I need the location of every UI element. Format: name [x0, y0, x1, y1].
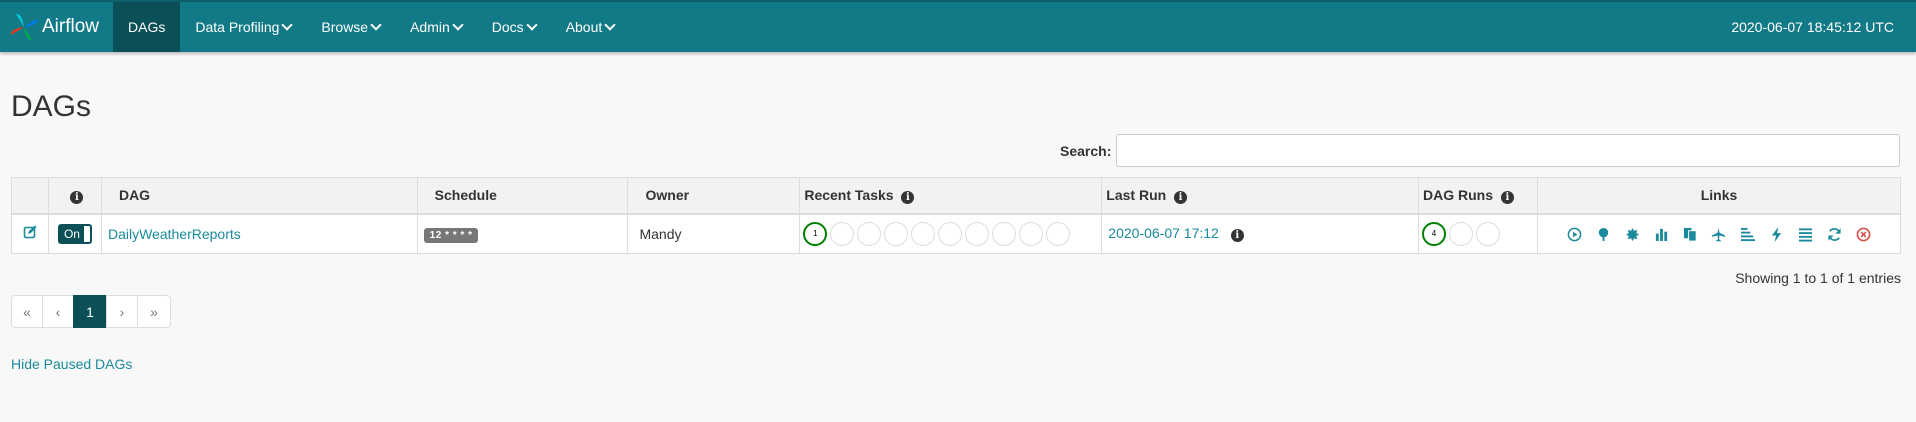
page-next-button[interactable]: ›: [106, 295, 138, 328]
schedule-cell: 12 * * * *: [416, 213, 629, 254]
page-first-button[interactable]: «: [11, 295, 43, 328]
task-state-circle[interactable]: [911, 221, 936, 246]
page-last-button[interactable]: »: [137, 295, 171, 328]
col-header-dag-runs: DAG Runs i: [1418, 177, 1538, 215]
airflow-logo-icon: [10, 13, 38, 41]
recent-tasks-label: Recent Tasks: [804, 186, 894, 203]
nav-browse-label: Browse: [321, 19, 369, 35]
refresh-icon[interactable]: [1827, 227, 1842, 242]
tree-view-icon[interactable]: [1596, 227, 1611, 242]
server-datetime: 2020-06-07 18:45:12 UTC: [1731, 19, 1894, 35]
dag-run-circle[interactable]: [1476, 221, 1501, 246]
code-icon[interactable]: [1769, 227, 1784, 243]
task-state-circle[interactable]: [992, 221, 1017, 246]
task-state-circle[interactable]: [857, 221, 882, 246]
col-header-owner[interactable]: Owner: [627, 177, 801, 215]
task-state-circle[interactable]: [938, 221, 963, 246]
last-run-link[interactable]: 2020-06-07 17:12: [1108, 225, 1219, 241]
task-tries-icon[interactable]: [1683, 227, 1698, 242]
info-icon[interactable]: i: [1500, 190, 1514, 204]
task-state-circle[interactable]: [1046, 221, 1071, 246]
search-label: Search:: [1060, 143, 1112, 159]
table-row: On DailyWeatherReports 12 * * * * Mandy …: [11, 213, 1902, 254]
page-prev-button[interactable]: ‹: [42, 295, 74, 328]
dag-pause-toggle[interactable]: On: [57, 223, 92, 244]
nav-about-label: About: [565, 19, 603, 35]
top-navbar: Airflow DAGs Data Profiling Browse Admin…: [0, 0, 1916, 52]
logs-icon[interactable]: [1798, 227, 1813, 242]
chevron-down-icon: [281, 19, 294, 31]
brand-link[interactable]: Airflow: [0, 2, 113, 52]
nav-about[interactable]: About: [551, 2, 630, 52]
nav-browse[interactable]: Browse: [306, 2, 395, 52]
search-input[interactable]: [1116, 134, 1900, 167]
hide-paused-dags-link[interactable]: Hide Paused DAGs: [11, 356, 132, 372]
pagination: « ‹ 1 › »: [11, 295, 171, 328]
last-run-label: Last Run: [1106, 186, 1167, 203]
edit-icon[interactable]: [23, 225, 37, 239]
nav-dags[interactable]: DAGs: [113, 2, 181, 52]
task-state-circle[interactable]: [1019, 221, 1044, 246]
schedule-badge[interactable]: 12 * * * *: [423, 227, 479, 243]
col-header-edit: [11, 177, 49, 215]
info-icon[interactable]: i: [1230, 229, 1244, 243]
task-state-circle[interactable]: [884, 221, 909, 246]
toggle-cell: On: [47, 213, 102, 254]
last-run-cell: 2020-06-07 17:12 i: [1101, 213, 1420, 254]
graph-view-icon[interactable]: [1625, 227, 1640, 242]
brand-name: Airflow: [42, 16, 100, 37]
info-icon[interactable]: i: [1174, 190, 1188, 204]
chevron-down-icon: [452, 19, 464, 31]
entries-info: Showing 1 to 1 of 1 entries: [1735, 270, 1901, 286]
dag-runs-label: DAG Runs: [1423, 186, 1494, 203]
col-header-dag[interactable]: DAG: [100, 177, 418, 215]
col-header-info: i: [47, 177, 102, 215]
dag-id-cell: DailyWeatherReports: [100, 213, 418, 254]
task-state-success-circle[interactable]: 1: [803, 221, 828, 246]
task-state-circle[interactable]: [830, 221, 855, 246]
dags-table: i DAG Schedule Owner Recent Tasks i Last…: [11, 177, 1902, 254]
info-icon[interactable]: i: [901, 190, 915, 204]
chevron-down-icon: [370, 19, 382, 31]
page-current-button[interactable]: 1: [73, 295, 107, 328]
nav-data-profiling-label: Data Profiling: [195, 19, 280, 35]
dag-run-circle[interactable]: [1449, 221, 1474, 246]
col-header-schedule[interactable]: Schedule: [416, 177, 629, 215]
edit-cell: [11, 213, 49, 254]
col-header-links: Links: [1536, 177, 1902, 215]
col-header-last-run: Last Run i: [1101, 177, 1420, 215]
toggle-on-label: On: [59, 225, 84, 242]
page-title: DAGs: [11, 90, 92, 123]
table-header-row: i DAG Schedule Owner Recent Tasks i Last…: [11, 177, 1902, 215]
nav-admin[interactable]: Admin: [395, 2, 477, 52]
info-icon: i: [70, 190, 84, 204]
nav-admin-label: Admin: [410, 19, 450, 35]
col-header-recent-tasks: Recent Tasks i: [799, 177, 1103, 215]
nav-dags-label: DAGs: [128, 19, 166, 35]
recent-tasks-cell: 1: [799, 213, 1103, 254]
landing-times-icon[interactable]: [1711, 227, 1726, 242]
owner-cell: Mandy: [627, 213, 801, 254]
dag-link[interactable]: DailyWeatherReports: [108, 226, 241, 242]
links-cell: [1536, 213, 1902, 254]
trigger-dag-icon[interactable]: [1567, 227, 1582, 242]
nav-docs-label: Docs: [491, 19, 524, 35]
chevron-down-icon: [604, 19, 616, 31]
delete-icon[interactable]: [1856, 227, 1871, 242]
dag-run-success-circle[interactable]: 4: [1422, 221, 1447, 246]
chevron-down-icon: [526, 19, 538, 31]
nav-docs[interactable]: Docs: [477, 2, 551, 52]
gantt-icon[interactable]: [1740, 227, 1756, 242]
nav-data-profiling[interactable]: Data Profiling: [180, 2, 306, 52]
task-state-circle[interactable]: [965, 221, 990, 246]
task-duration-icon[interactable]: [1654, 227, 1669, 242]
owner-name: Mandy: [639, 225, 682, 242]
dag-runs-cell: 4: [1418, 213, 1538, 254]
